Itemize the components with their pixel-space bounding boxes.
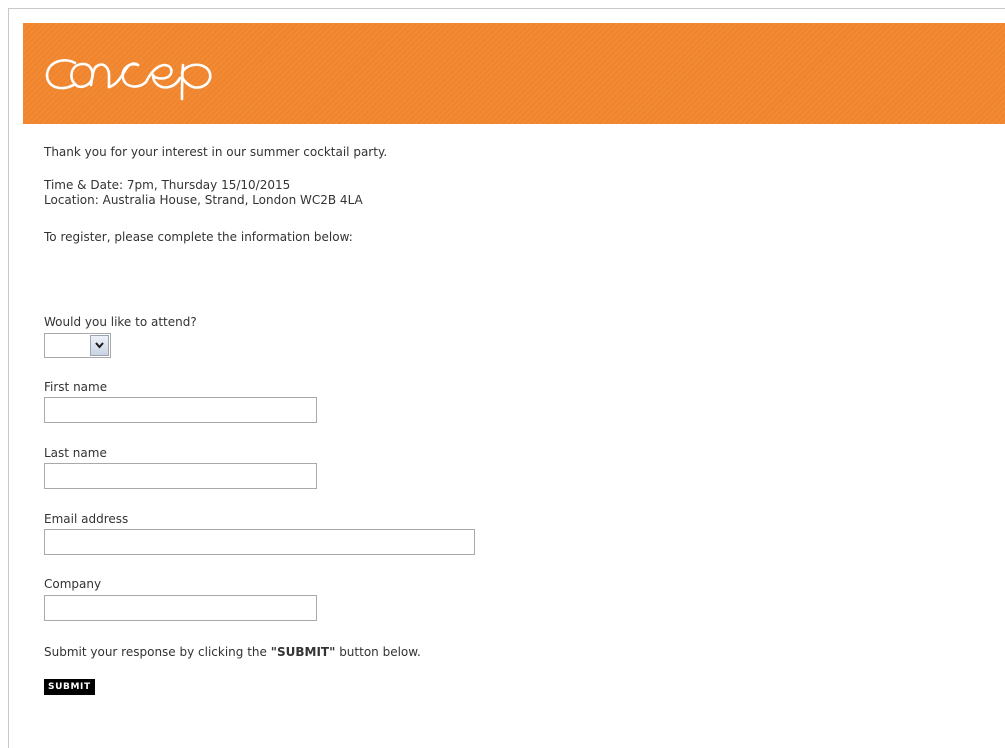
first-name-input[interactable] xyxy=(44,397,317,423)
company-label: Company xyxy=(44,577,102,591)
register-instructions: To register, please complete the informa… xyxy=(44,230,353,244)
submit-instructions-emphasis: "SUBMIT" xyxy=(270,645,336,659)
company-input[interactable] xyxy=(44,595,317,621)
first-name-label: First name xyxy=(44,380,108,394)
last-name-input[interactable] xyxy=(44,463,317,489)
concep-logo xyxy=(45,59,212,101)
header-banner xyxy=(23,23,1005,124)
submit-instructions: Submit your response by clicking the "SU… xyxy=(44,645,421,660)
location-text: Location: Australia House, Strand, Londo… xyxy=(44,193,363,207)
submit-button[interactable]: SUBMIT xyxy=(44,679,95,695)
attend-label: Would you like to attend? xyxy=(44,315,197,329)
last-name-label: Last name xyxy=(44,446,107,460)
thank-you-text: Thank you for your interest in our summe… xyxy=(44,145,388,159)
email-input[interactable] xyxy=(44,529,475,555)
dropdown-button[interactable] xyxy=(90,335,109,356)
chevron-down-icon xyxy=(95,342,104,349)
submit-instructions-suffix: button below. xyxy=(335,645,421,659)
time-date-text: Time & Date: 7pm, Thursday 15/10/2015 xyxy=(44,178,291,192)
submit-instructions-prefix: Submit your response by clicking the xyxy=(44,645,271,659)
attend-select[interactable] xyxy=(44,333,111,358)
email-label: Email address xyxy=(44,512,129,526)
